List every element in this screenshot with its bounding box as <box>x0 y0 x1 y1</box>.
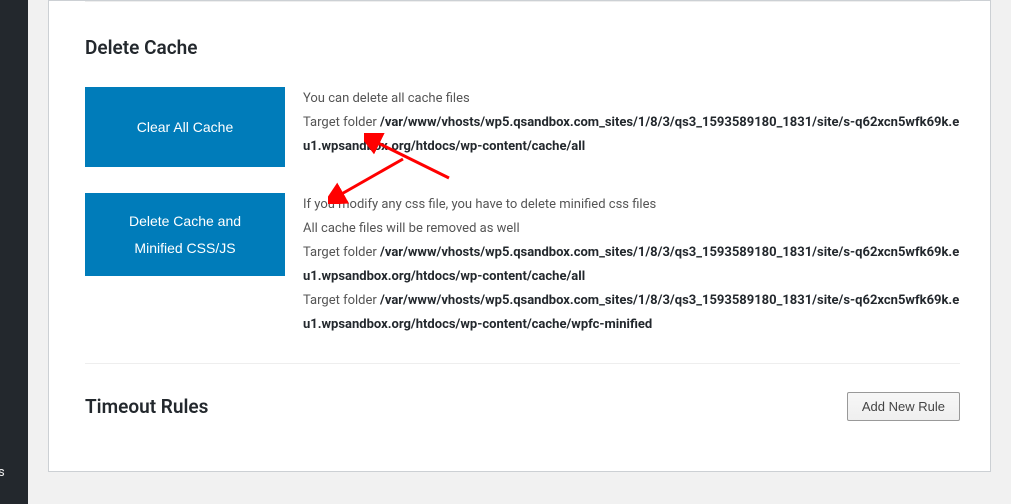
delete-minified-description: If you modify any css file, you have to … <box>285 193 960 337</box>
target-folder-path: /var/www/vhosts/wp5.qsandbox.com_sites/1… <box>303 115 959 154</box>
clear-all-cache-button[interactable]: Clear All Cache <box>85 87 285 167</box>
delete-cache-heading: Delete Cache <box>85 2 960 79</box>
wp-admin-sidebar[interactable]: s <box>0 0 28 504</box>
delete-minified-target-line-2: Target folder /var/www/vhosts/wp5.qsandb… <box>303 289 960 337</box>
delete-cache-minified-button[interactable]: Delete Cache and Minified CSS/JS <box>85 193 285 276</box>
delete-minified-intro2: All cache files will be removed as well <box>303 217 960 241</box>
target-folder-label: Target folder <box>303 293 380 308</box>
timeout-rules-heading: Timeout Rules <box>85 395 208 418</box>
target-folder-label: Target folder <box>303 245 380 260</box>
settings-panel: Delete Cache Clear All Cache You can del… <box>48 0 991 472</box>
add-new-rule-button[interactable]: Add New Rule <box>847 392 960 421</box>
delete-minified-intro1: If you modify any css file, you have to … <box>303 193 960 217</box>
timeout-rules-row: Timeout Rules Add New Rule <box>85 363 960 421</box>
main-content-area: Delete Cache Clear All Cache You can del… <box>28 0 1011 504</box>
clear-all-cache-description: You can delete all cache files Target fo… <box>285 87 960 159</box>
delete-minified-target-line-1: Target folder /var/www/vhosts/wp5.qsandb… <box>303 241 960 289</box>
clear-all-target-line: Target folder /var/www/vhosts/wp5.qsandb… <box>303 111 960 159</box>
clear-all-intro-text: You can delete all cache files <box>303 87 960 111</box>
target-folder-path: /var/www/vhosts/wp5.qsandbox.com_sites/1… <box>303 245 959 284</box>
clear-all-cache-row: Clear All Cache You can delete all cache… <box>85 79 960 185</box>
target-folder-label: Target folder <box>303 115 380 130</box>
delete-minified-row: Delete Cache and Minified CSS/JS If you … <box>85 185 960 355</box>
target-folder-path: /var/www/vhosts/wp5.qsandbox.com_sites/1… <box>303 293 959 332</box>
sidebar-partial-label: s <box>0 465 5 480</box>
